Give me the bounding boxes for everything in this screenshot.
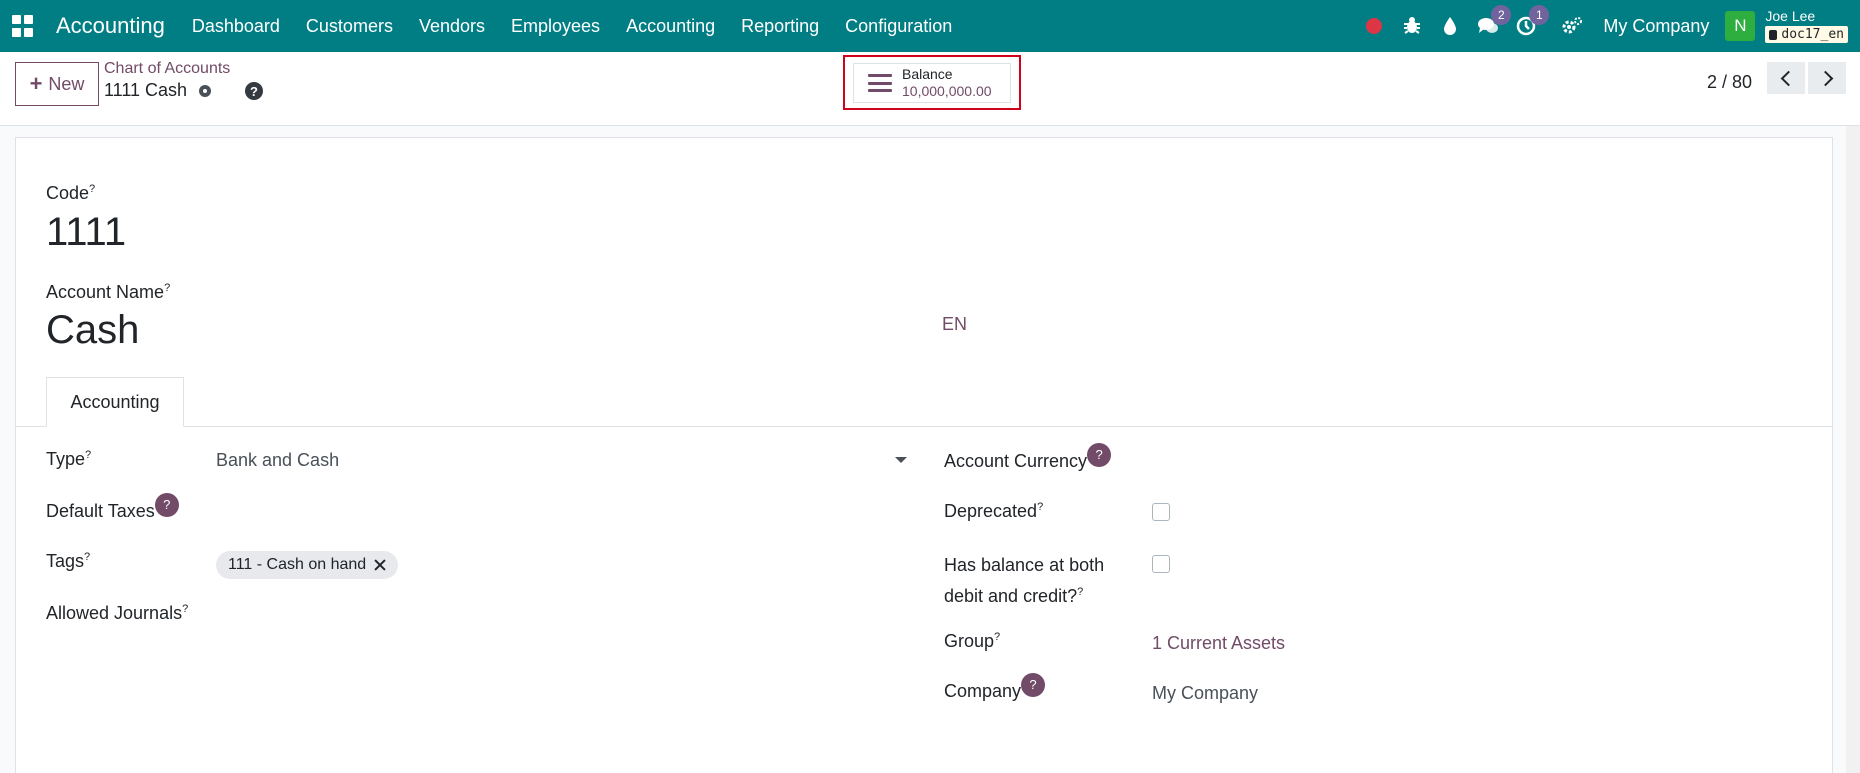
company-value: My Company [1152,683,1259,703]
group-link[interactable]: 1 Current Assets [1152,633,1285,654]
bug-icon[interactable] [1401,15,1423,37]
pager-counter[interactable]: 2 / 80 [1707,67,1752,97]
user-avatar[interactable]: N [1725,11,1756,41]
tag-chip: 111 - Cash on hand [216,551,399,579]
code-field[interactable]: 1111 [46,210,126,255]
help-icon[interactable]: ? [245,82,263,100]
help-badge-icon[interactable]: ? [154,493,179,517]
settings-gears-icon[interactable] [1561,15,1583,37]
menu-accounting[interactable]: Accounting [613,16,728,37]
database-chip: doc17_en [1765,26,1848,43]
record-title: 1111 Cash [104,80,188,100]
highlight-frame: Balance 10,000,000.00 [843,55,1021,110]
pager-previous-button[interactable] [1767,62,1805,94]
top-navbar: Accounting Dashboard Customers Vendors E… [0,0,1860,52]
tags-label: Tags? [46,551,91,571]
deprecated-label: Deprecated? [944,501,1044,521]
drop-icon[interactable] [1439,15,1461,37]
database-name: doc17_en [1781,27,1844,42]
activity-clock-icon[interactable]: 1 [1515,5,1550,37]
account-currency-label: Account Currency? [944,443,1112,475]
apps-grid-icon[interactable] [12,15,34,37]
gear-icon[interactable] [197,83,213,99]
deprecated-checkbox[interactable] [1152,503,1170,521]
help-badge-icon[interactable]: ? [1087,443,1112,467]
default-taxes-label: Default Taxes? [46,493,179,525]
breadcrumb-chart-of-accounts[interactable]: Chart of Accounts [104,60,230,78]
menu-dashboard[interactable]: Dashboard [179,16,293,37]
code-label: Code? [46,183,96,203]
chevron-left-icon [1780,70,1796,86]
language-button[interactable]: EN [942,314,967,335]
control-panel: + New Chart of Accounts 1111 Cash ? Bala… [0,52,1860,126]
record-icon[interactable] [1363,15,1385,37]
menu-configuration[interactable]: Configuration [832,16,965,37]
scrollbar[interactable] [1846,126,1860,773]
account-name-label: Account Name? [46,282,171,302]
plus-icon: + [29,71,43,96]
user-name: Joe Lee [1765,8,1816,24]
chevron-down-icon[interactable] [895,457,907,463]
balance-both-checkbox[interactable] [1152,555,1170,573]
new-button[interactable]: + New [15,62,99,106]
type-label: Type? [46,449,92,469]
activity-count-badge: 1 [1529,5,1550,25]
tab-accounting[interactable]: Accounting [46,377,184,427]
bars-icon [868,74,892,92]
help-badge-icon[interactable]: ? [1021,673,1046,697]
balance-smart-button[interactable]: Balance 10,000,000.00 [853,63,1011,103]
menu-employees[interactable]: Employees [498,16,613,37]
tag-label: 111 - Cash on hand [228,556,367,573]
menu-reporting[interactable]: Reporting [728,16,832,37]
app-title[interactable]: Accounting [56,13,165,39]
balance-label: Balance [902,66,953,82]
breadcrumb-current: 1111 Cash [104,80,230,101]
chat-count-badge: 2 [1491,5,1512,25]
account-name-field[interactable]: Cash [46,308,139,353]
menu-vendors[interactable]: Vendors [406,16,498,37]
new-button-label: New [48,73,85,94]
chat-icon[interactable]: 2 [1477,5,1512,37]
pager-next-button[interactable] [1808,62,1846,94]
tab-divider [15,426,1833,427]
close-icon[interactable] [374,559,386,571]
menu-customers[interactable]: Customers [293,16,406,37]
company-label: Company? [944,673,1046,705]
navbar-systray: 2 1 My Company N Joe Lee doc17_en [1355,0,1860,52]
allowed-journals-label: Allowed Journals? [46,603,189,623]
database-icon [1769,29,1778,40]
breadcrumb: Chart of Accounts 1111 Cash [104,60,230,101]
group-label: Group? [944,631,1001,651]
balance-both-label: Has balance at both debit and credit?? [944,555,1105,606]
balance-value: 10,000,000.00 [902,83,992,99]
type-select[interactable]: Bank and Cash [216,450,339,471]
user-menu[interactable]: Joe Lee doc17_en [1765,9,1848,43]
chevron-right-icon [1817,70,1833,86]
company-switcher[interactable]: My Company [1603,16,1709,37]
